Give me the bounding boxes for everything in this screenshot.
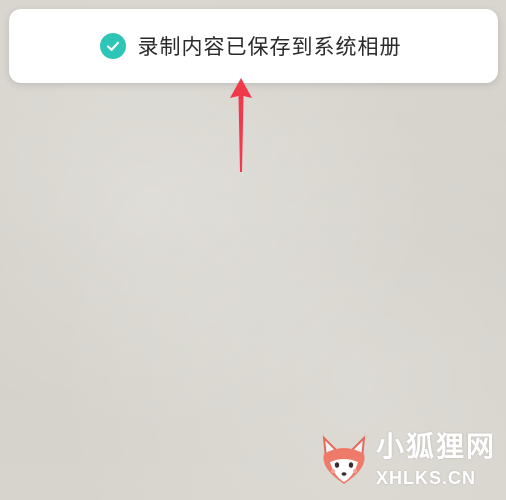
red-arrow-annotation xyxy=(230,78,252,172)
watermark-title: 小狐狸网 xyxy=(375,430,496,463)
watermark: 小狐狸网 XHLKS.CN xyxy=(316,432,496,488)
check-circle-icon xyxy=(99,33,126,59)
watermark-domain: XHLKS.CN xyxy=(375,468,476,488)
toast-message: 录制内容已保存到系统相册 xyxy=(137,35,402,59)
toast-content: 录制内容已保存到系统相册 xyxy=(99,31,402,61)
watermark-text: 小狐狸网 XHLKS.CN xyxy=(375,430,496,488)
save-toast: 录制内容已保存到系统相册 xyxy=(9,9,498,83)
fox-logo-icon xyxy=(322,435,366,484)
